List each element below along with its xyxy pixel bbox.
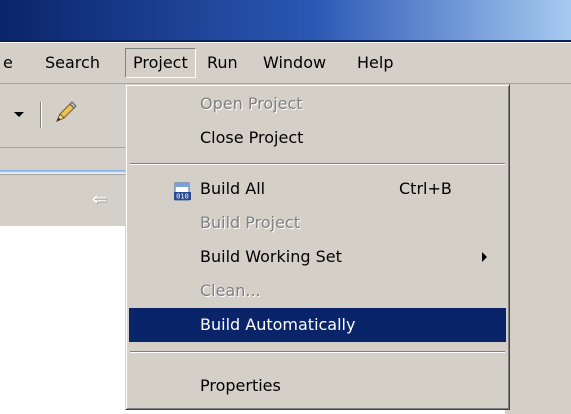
menu-item-build-project[interactable]: Build Project [129, 206, 506, 240]
menu-item-label: Clean... [200, 281, 261, 300]
menu-item-label: Properties [200, 376, 281, 395]
menu-project[interactable]: Project [125, 48, 196, 78]
back-arrow-icon[interactable]: ⇐ [92, 189, 107, 211]
menu-search[interactable]: Search [38, 48, 107, 78]
build-all-icon: 010 [173, 180, 193, 201]
window-title-bar [0, 0, 571, 42]
menu-item-build-all[interactable]: 010 Build All Ctrl+B [129, 172, 506, 206]
menu-item-clean[interactable]: Clean... [129, 274, 506, 308]
menu-item-open-project[interactable]: Open Project [129, 87, 506, 121]
menu-item-label: Close Project [200, 128, 304, 147]
menu-shortcut: Ctrl+B [399, 179, 452, 198]
chevron-right-icon [482, 252, 487, 262]
menu-item-label: Build Project [200, 213, 300, 232]
workspace-right-panel [505, 84, 571, 414]
menu-window[interactable]: Window [256, 48, 333, 78]
menu-run[interactable]: Run [200, 48, 245, 78]
toolbar-separator [40, 102, 42, 128]
menu-item-properties[interactable]: Properties [129, 369, 506, 403]
menu-file-partial[interactable]: e [0, 48, 20, 78]
menu-item-close-project[interactable]: Close Project [129, 121, 506, 155]
svg-text:010: 010 [176, 193, 189, 201]
menu-separator [130, 163, 505, 165]
pencil-icon[interactable] [52, 100, 78, 126]
menu-item-build-automatically[interactable]: Build Automatically [129, 308, 506, 342]
menu-bar: e Search Project Run Window Help [0, 42, 571, 84]
project-menu-dropdown: Open Project Close Project 010 Build All… [125, 84, 510, 410]
menu-item-label: Build Automatically [200, 315, 356, 334]
menu-item-label: Open Project [200, 94, 303, 113]
menu-item-build-working-set[interactable]: Build Working Set [129, 240, 506, 274]
menu-separator [130, 351, 505, 353]
menu-item-label: Build All [200, 179, 266, 198]
menu-item-label: Build Working Set [200, 247, 342, 266]
menu-help[interactable]: Help [350, 48, 400, 78]
chevron-down-icon[interactable] [14, 112, 24, 117]
